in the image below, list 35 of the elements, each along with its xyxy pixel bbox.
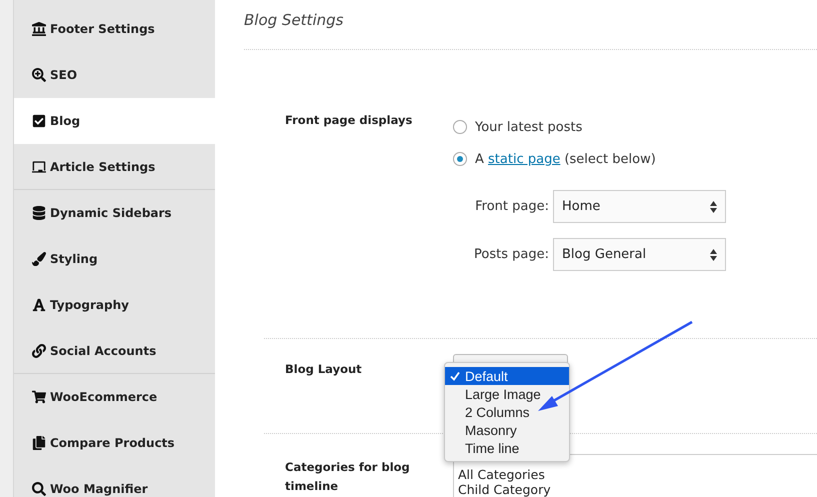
copy-icon [32, 436, 46, 450]
sidebar-item[interactable]: Blog [14, 98, 215, 144]
radio-label: Your latest posts [475, 120, 582, 134]
dropdown-option[interactable]: Default [445, 367, 569, 385]
static-page-link[interactable]: static page [488, 152, 560, 166]
dropdown-option[interactable]: Large Image [445, 385, 569, 403]
radio-button[interactable] [453, 120, 467, 134]
dropdown-option[interactable]: Time line [445, 439, 569, 457]
page-select[interactable]: Blog General [553, 238, 726, 271]
link-icon [32, 344, 46, 358]
check-icon [450, 371, 460, 381]
radio-button[interactable] [453, 152, 467, 166]
updown-icon [710, 248, 717, 260]
field-label: Blog Layout [285, 361, 363, 378]
select-label: Posts page: [473, 247, 549, 262]
cart-icon [32, 390, 46, 404]
category-option[interactable]: Child Category [458, 482, 813, 497]
page-select[interactable]: Home [553, 190, 726, 223]
dropdown-option[interactable]: 2 Columns [445, 403, 569, 421]
updown-icon [710, 200, 717, 212]
dropdown-option[interactable]: Masonry [445, 421, 569, 439]
field-label: Front page displays [285, 112, 414, 129]
checkbox-icon [32, 114, 46, 128]
paintbrush-icon [32, 252, 46, 266]
field-label: Categories for blog timeline [285, 459, 411, 495]
section-title: Blog Settings [244, 10, 344, 31]
building-icon [32, 22, 46, 36]
select-label: Front page: [474, 199, 549, 214]
search-icon [32, 482, 46, 496]
database-icon [32, 206, 46, 220]
category-option[interactable]: All Categories [458, 467, 813, 482]
radio-label: A static page (select below) [475, 152, 656, 166]
font-icon [32, 298, 46, 312]
zoom-in-icon [32, 68, 46, 82]
board-icon [32, 160, 46, 174]
